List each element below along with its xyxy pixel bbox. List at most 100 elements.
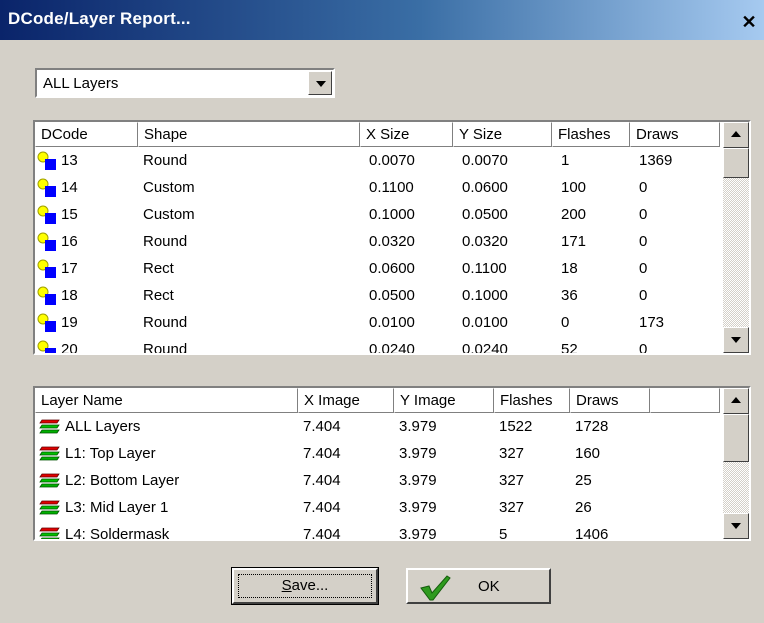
cell-flashes: 327 (499, 445, 525, 462)
cell-draws: 0 (639, 233, 648, 250)
cell-flashes: 327 (499, 472, 525, 489)
arrow-down-icon (731, 337, 741, 343)
cell-draws: 0 (639, 260, 648, 277)
cell-draws: 0 (639, 287, 648, 304)
cell-shape: Round (143, 314, 188, 331)
layer-stack-icon (39, 446, 60, 461)
col-header-flashes[interactable]: Flashes (552, 122, 630, 147)
cell-draws: 25 (575, 472, 592, 489)
col-header-draws[interactable]: Draws (570, 388, 650, 413)
dcode-aperture-icon (37, 340, 56, 353)
dcode-aperture-icon (37, 286, 56, 305)
cell-flashes: 100 (561, 179, 587, 196)
dcode-table[interactable]: DCode Shape X Size Y Size Flashes Draws … (33, 120, 751, 355)
col-header-x-size[interactable]: X Size (360, 122, 453, 147)
cell-y-size: 0.0600 (462, 179, 508, 196)
cell-shape: Custom (143, 179, 195, 196)
scroll-thumb[interactable] (723, 414, 749, 462)
save-button-label: Save... (281, 577, 329, 594)
col-header-draws[interactable]: Draws (630, 122, 720, 147)
table-row[interactable]: 16 Round 0.0320 0.0320 171 0 (35, 228, 725, 255)
ok-button[interactable]: OK (406, 568, 551, 604)
save-button[interactable]: Save... (231, 567, 379, 605)
table-row[interactable]: L2: Bottom Layer 7.404 3.979 327 25 (35, 467, 725, 494)
table-row[interactable]: ALL Layers 7.404 3.979 1522 1728 (35, 413, 725, 440)
col-header-shape[interactable]: Shape (138, 122, 360, 147)
col-header-layer-name[interactable]: Layer Name (35, 388, 298, 413)
table-row[interactable]: 19 Round 0.0100 0.0100 0 173 (35, 309, 725, 336)
col-header-x-image[interactable]: X Image (298, 388, 394, 413)
cell-draws: 0 (639, 206, 648, 223)
cell-x-size: 0.0320 (369, 233, 415, 250)
table-row[interactable]: 20 Round 0.0240 0.0240 52 0 (35, 336, 725, 355)
cell-draws: 173 (639, 314, 665, 331)
table-row[interactable]: L4: Soldermask 7.404 3.979 5 1406 (35, 521, 725, 541)
cell-dcode: 18 (61, 287, 78, 304)
cell-y-image: 3.979 (399, 526, 437, 541)
cell-y-size: 0.0240 (462, 341, 508, 355)
cell-draws: 1369 (639, 152, 673, 169)
cell-x-image: 7.404 (303, 526, 341, 541)
cell-flashes: 200 (561, 206, 587, 223)
cell-x-size: 0.0600 (369, 260, 415, 277)
cell-y-image: 3.979 (399, 472, 437, 489)
cell-draws: 0 (639, 341, 648, 355)
cell-shape: Round (143, 341, 188, 355)
checkmark-icon (420, 575, 451, 601)
scroll-up-button[interactable] (723, 122, 749, 148)
table-row[interactable]: L3: Mid Layer 1 7.404 3.979 327 26 (35, 494, 725, 521)
cell-flashes: 171 (561, 233, 587, 250)
cell-dcode: 15 (61, 206, 78, 223)
scroll-down-button[interactable] (723, 513, 749, 539)
arrow-up-icon (731, 131, 741, 137)
cell-x-size: 0.1100 (369, 179, 414, 196)
col-header-dcode[interactable]: DCode (35, 122, 138, 147)
cell-dcode: 19 (61, 314, 78, 331)
title-bar: DCode/Layer Report... ✕ (0, 0, 764, 40)
layer-select[interactable]: ALL Layers (35, 68, 335, 98)
arrow-down-icon (731, 523, 741, 529)
dcode-aperture-icon (37, 232, 56, 251)
dcode-aperture-icon (37, 178, 56, 197)
table-row[interactable]: 18 Rect 0.0500 0.1000 36 0 (35, 282, 725, 309)
cell-x-image: 7.404 (303, 499, 341, 516)
table-row[interactable]: 15 Custom 0.1000 0.0500 200 0 (35, 201, 725, 228)
col-header-y-image[interactable]: Y Image (394, 388, 494, 413)
cell-x-size: 0.0100 (369, 314, 415, 331)
layer-select-value: ALL Layers (43, 75, 119, 92)
cell-draws: 1728 (575, 418, 609, 435)
close-icon[interactable]: ✕ (738, 12, 760, 32)
cell-flashes: 52 (561, 341, 578, 355)
table-row[interactable]: L1: Top Layer 7.404 3.979 327 160 (35, 440, 725, 467)
scroll-up-button[interactable] (723, 388, 749, 414)
layer-table[interactable]: Layer Name X Image Y Image Flashes Draws… (33, 386, 751, 541)
scroll-down-button[interactable] (723, 327, 749, 353)
cell-y-image: 3.979 (399, 499, 437, 516)
layer-stack-icon (39, 419, 60, 434)
col-header-y-size[interactable]: Y Size (453, 122, 552, 147)
cell-dcode: 14 (61, 179, 78, 196)
cell-flashes: 18 (561, 260, 578, 277)
cell-x-image: 7.404 (303, 472, 341, 489)
cell-draws: 0 (639, 179, 648, 196)
dcode-aperture-icon (37, 151, 56, 170)
cell-y-size: 0.0320 (462, 233, 508, 250)
cell-dcode: 16 (61, 233, 78, 250)
table-row[interactable]: 17 Rect 0.0600 0.1100 18 0 (35, 255, 725, 282)
dcode-scrollbar[interactable] (723, 122, 749, 353)
scroll-thumb[interactable] (723, 148, 749, 178)
cell-name: ALL Layers (65, 418, 141, 435)
table-row[interactable]: 13 Round 0.0070 0.0070 1 1369 (35, 147, 725, 174)
chevron-down-icon (316, 81, 326, 87)
cell-flashes: 36 (561, 287, 578, 304)
cell-shape: Rect (143, 287, 174, 304)
layer-scrollbar[interactable] (723, 388, 749, 539)
layer-stack-icon (39, 473, 60, 488)
cell-flashes: 5 (499, 526, 508, 541)
cell-name: L3: Mid Layer 1 (65, 499, 169, 516)
table-row[interactable]: 14 Custom 0.1100 0.0600 100 0 (35, 174, 725, 201)
dcode-aperture-icon (37, 259, 56, 278)
dropdown-button[interactable] (308, 71, 332, 95)
col-header-flashes[interactable]: Flashes (494, 388, 570, 413)
cell-draws: 26 (575, 499, 592, 516)
